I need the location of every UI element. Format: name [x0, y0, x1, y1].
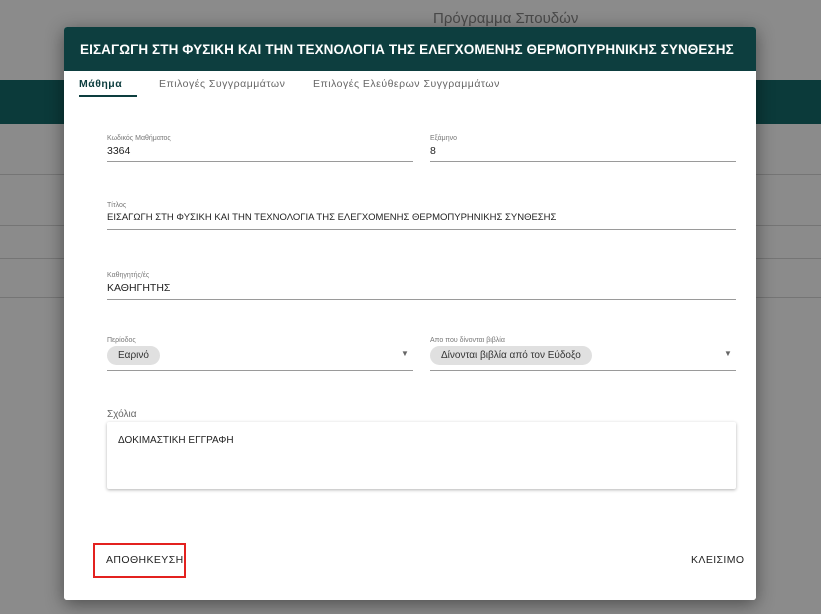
- professors-value: ΚΑΘΗΓΗΤΗΣ: [107, 282, 171, 294]
- title-value: ΕΙΣΑΓΩΓΗ ΣΤΗ ΦΥΣΙΚΗ ΚΑΙ ΤΗΝ ΤΕΧΝΟΛΟΓΙΑ Τ…: [107, 212, 557, 223]
- title-field[interactable]: Τίτλος ΕΙΣΑΓΩΓΗ ΣΤΗ ΦΥΣΙΚΗ ΚΑΙ ΤΗΝ ΤΕΧΝΟ…: [107, 202, 736, 230]
- professors-field[interactable]: Καθηγητής/ές ΚΑΘΗΓΗΤΗΣ: [107, 272, 736, 300]
- comments-textarea[interactable]: ΔΟΚΙΜΑΣΤΙΚΗ ΕΓΓΡΑΦΗ: [107, 422, 736, 489]
- dialog-tabs: Μάθημα Επιλογές Συγγραμμάτων Επιλογές Ελ…: [64, 71, 756, 97]
- books-source-chip: Δίνονται βιβλία από τον Εύδοξο: [430, 346, 592, 365]
- books-source-select[interactable]: Απο που δίνονται βιβλία Δίνονται βιβλία …: [430, 337, 736, 371]
- period-underline: [107, 370, 413, 371]
- tab-free-book-options[interactable]: Επιλογές Ελεύθερων Συγγραμμάτων: [313, 78, 500, 90]
- course-code-field[interactable]: Κωδικός Μαθήματος 3364: [107, 135, 413, 163]
- course-code-underline: [107, 161, 413, 162]
- chevron-down-icon: ▼: [401, 349, 409, 358]
- close-button[interactable]: ΚΛΕΙΣΙΜΟ: [685, 553, 750, 567]
- period-select[interactable]: Περίοδος Εαρινό ▼: [107, 337, 413, 371]
- tab-course[interactable]: Μάθημα: [79, 78, 122, 90]
- comments-label: Σχόλια: [107, 409, 137, 420]
- dialog-body: Κωδικός Μαθήματος 3364 Εξάμηνο 8 Τίτλος …: [64, 97, 756, 600]
- semester-value: 8: [430, 145, 436, 157]
- background-page-title: Πρόγραμμα Σπουδών: [433, 10, 579, 27]
- professors-underline: [107, 299, 736, 300]
- dialog-title: ΕΙΣΑΓΩΓΗ ΣΤΗ ΦΥΣΙΚΗ ΚΑΙ ΤΗΝ ΤΕΧΝΟΛΟΓΙΑ Τ…: [80, 42, 734, 57]
- books-source-label: Απο που δίνονται βιβλία: [430, 337, 505, 344]
- title-underline: [107, 229, 736, 230]
- semester-label: Εξάμηνο: [430, 135, 457, 142]
- period-chip: Εαρινό: [107, 346, 160, 365]
- semester-field[interactable]: Εξάμηνο 8: [430, 135, 736, 163]
- professors-label: Καθηγητής/ές: [107, 272, 150, 279]
- books-source-underline: [430, 370, 736, 371]
- course-code-value: 3364: [107, 145, 131, 157]
- semester-underline: [430, 161, 736, 162]
- period-label: Περίοδος: [107, 337, 136, 344]
- course-dialog: ΕΙΣΑΓΩΓΗ ΣΤΗ ΦΥΣΙΚΗ ΚΑΙ ΤΗΝ ΤΕΧΝΟΛΟΓΙΑ Τ…: [64, 27, 756, 600]
- comments-value: ΔΟΚΙΜΑΣΤΙΚΗ ΕΓΓΡΑΦΗ: [118, 435, 234, 446]
- course-code-label: Κωδικός Μαθήματος: [107, 135, 171, 142]
- title-label: Τίτλος: [107, 202, 127, 209]
- chevron-down-icon: ▼: [724, 349, 732, 358]
- save-button[interactable]: ΑΠΟΘΗΚΕΥΣΗ: [100, 553, 190, 567]
- tab-book-options[interactable]: Επιλογές Συγγραμμάτων: [159, 78, 285, 90]
